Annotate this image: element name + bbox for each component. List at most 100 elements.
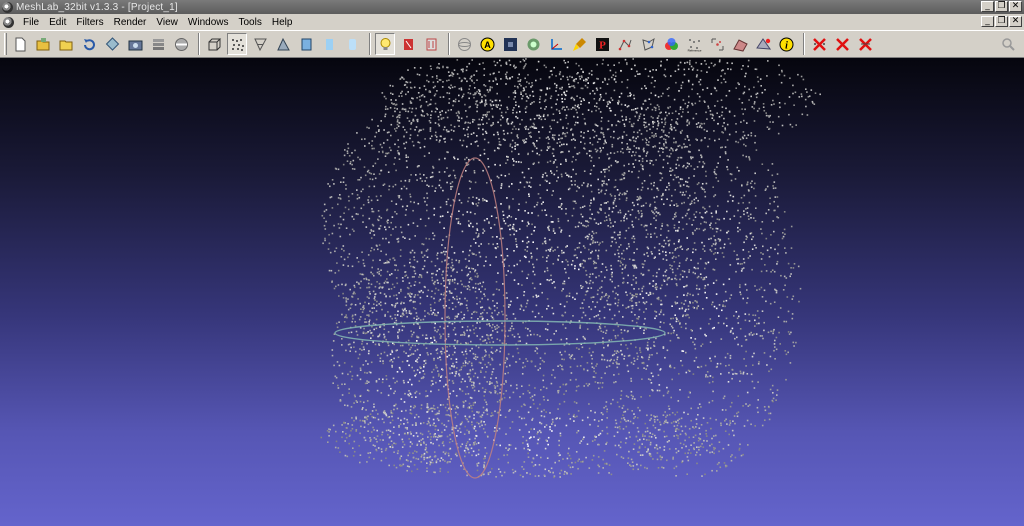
menu-edit[interactable]: Edit <box>44 17 71 28</box>
new-project-button[interactable] <box>10 33 30 55</box>
menu-windows[interactable]: Windows <box>183 17 234 28</box>
wireframe-icon <box>253 38 267 51</box>
select-faces-button[interactable] <box>638 33 658 55</box>
reload-button[interactable] <box>79 33 99 55</box>
align-icon: Reference <box>687 38 701 52</box>
delete-selected-vertices-button[interactable] <box>809 33 829 55</box>
select-vertices-icon <box>618 39 631 50</box>
toolbar-separator <box>369 33 371 55</box>
properties-icon <box>174 37 188 51</box>
trackball-icon <box>457 37 471 51</box>
menu-bar: File Edit Filters Render View Windows To… <box>0 14 1024 30</box>
axis-icon <box>550 38 562 50</box>
properties-button[interactable] <box>171 33 191 55</box>
pick-points-button[interactable]: P <box>592 33 612 55</box>
menu-view[interactable]: View <box>151 17 183 28</box>
toolbar-separator <box>198 33 200 55</box>
paint-button[interactable] <box>569 33 589 55</box>
magnifier-icon <box>1001 37 1015 51</box>
about-button[interactable]: i <box>776 33 796 55</box>
double-side-lighting-icon <box>403 38 413 50</box>
new-project-icon <box>15 37 25 51</box>
snapshot-button[interactable] <box>125 33 145 55</box>
delete-selected-vertices-icon <box>812 37 826 51</box>
open-project-icon <box>36 37 49 50</box>
delete-all-icon <box>858 37 872 51</box>
smooth-icon <box>348 38 356 50</box>
flat-lines-icon <box>301 38 311 50</box>
pick-points-icon: P <box>595 37 609 51</box>
delete-all-button[interactable] <box>855 33 875 55</box>
document-window-controls: _ ❐ ✕ <box>981 16 1022 27</box>
select-faces-icon <box>641 37 655 51</box>
toolbar-separator <box>803 33 805 55</box>
delete-selected-faces-icon <box>835 37 849 51</box>
menu-file[interactable]: File <box>18 17 44 28</box>
svg-text:A: A <box>484 40 491 50</box>
restore-button[interactable]: ❐ <box>995 1 1008 12</box>
double-side-lighting-button[interactable] <box>398 33 418 55</box>
back-face-button[interactable] <box>421 33 441 55</box>
export-mesh-icon <box>105 36 119 51</box>
delete-selected-faces-button[interactable] <box>832 33 852 55</box>
import-mesh-icon <box>59 40 72 50</box>
about-icon: i <box>779 37 793 51</box>
document-icon[interactable] <box>3 16 14 28</box>
manipulator-button[interactable] <box>753 33 773 55</box>
search-button[interactable] <box>998 33 1018 55</box>
info-a-button[interactable]: A <box>477 33 497 55</box>
open-project-button[interactable] <box>33 33 53 55</box>
window-title: MeshLab_32bit v1.3.3 - [Project_1] <box>16 1 178 13</box>
3d-viewport[interactable] <box>0 58 1024 526</box>
close-button[interactable]: ✕ <box>1009 1 1022 12</box>
hidden-lines-icon <box>276 37 290 50</box>
menu-help[interactable]: Help <box>267 17 298 28</box>
window-controls: _ ❐ ✕ <box>981 1 1022 12</box>
select-region-icon <box>732 38 748 52</box>
texture-icon <box>503 37 517 51</box>
point-cloud <box>320 58 821 479</box>
meshlab-logo-icon <box>2 1 13 13</box>
light-on-icon <box>380 37 390 50</box>
toolbar-grip[interactable] <box>4 33 7 55</box>
light-on-button[interactable] <box>375 33 395 55</box>
flat-lines-button[interactable] <box>296 33 316 55</box>
measure-button[interactable] <box>661 33 681 55</box>
points-button[interactable] <box>227 33 247 55</box>
menu-tools[interactable]: Tools <box>233 17 266 28</box>
export-mesh-button[interactable] <box>102 33 122 55</box>
flat-button[interactable] <box>319 33 339 55</box>
doc-restore-button[interactable]: ❐ <box>995 16 1008 27</box>
bounding-box-icon <box>208 38 221 50</box>
smooth-button[interactable] <box>342 33 362 55</box>
layers-icon <box>152 38 164 50</box>
hidden-lines-button[interactable] <box>273 33 293 55</box>
texture-button[interactable] <box>500 33 520 55</box>
axis-button[interactable] <box>546 33 566 55</box>
align-button[interactable]: Reference <box>684 33 704 55</box>
manipulator-icon <box>755 37 771 50</box>
menu-render[interactable]: Render <box>109 17 152 28</box>
colorize-button[interactable] <box>523 33 543 55</box>
minimize-button[interactable]: _ <box>981 1 994 12</box>
toolbar-separator <box>448 33 450 55</box>
layers-button[interactable] <box>148 33 168 55</box>
doc-minimize-button[interactable]: _ <box>981 16 994 27</box>
trackball-button[interactable] <box>454 33 474 55</box>
wireframe-button[interactable] <box>250 33 270 55</box>
title-bar: MeshLab_32bit v1.3.3 - [Project_1] _ ❐ ✕ <box>0 0 1024 14</box>
bounding-box-button[interactable] <box>204 33 224 55</box>
paint-icon <box>572 37 586 51</box>
doc-close-button[interactable]: ✕ <box>1009 16 1022 27</box>
select-region-button[interactable] <box>730 33 750 55</box>
svg-text:P: P <box>599 39 606 51</box>
trackball-horizontal-ring <box>334 320 666 346</box>
import-mesh-button[interactable] <box>56 33 76 55</box>
reference-button[interactable] <box>707 33 727 55</box>
snapshot-icon <box>128 40 142 50</box>
info-a-icon: A <box>480 37 494 51</box>
menu-filters[interactable]: Filters <box>71 17 108 28</box>
select-vertices-button[interactable] <box>615 33 635 55</box>
point-cloud-points <box>320 58 821 479</box>
svg-text:i: i <box>785 40 788 51</box>
